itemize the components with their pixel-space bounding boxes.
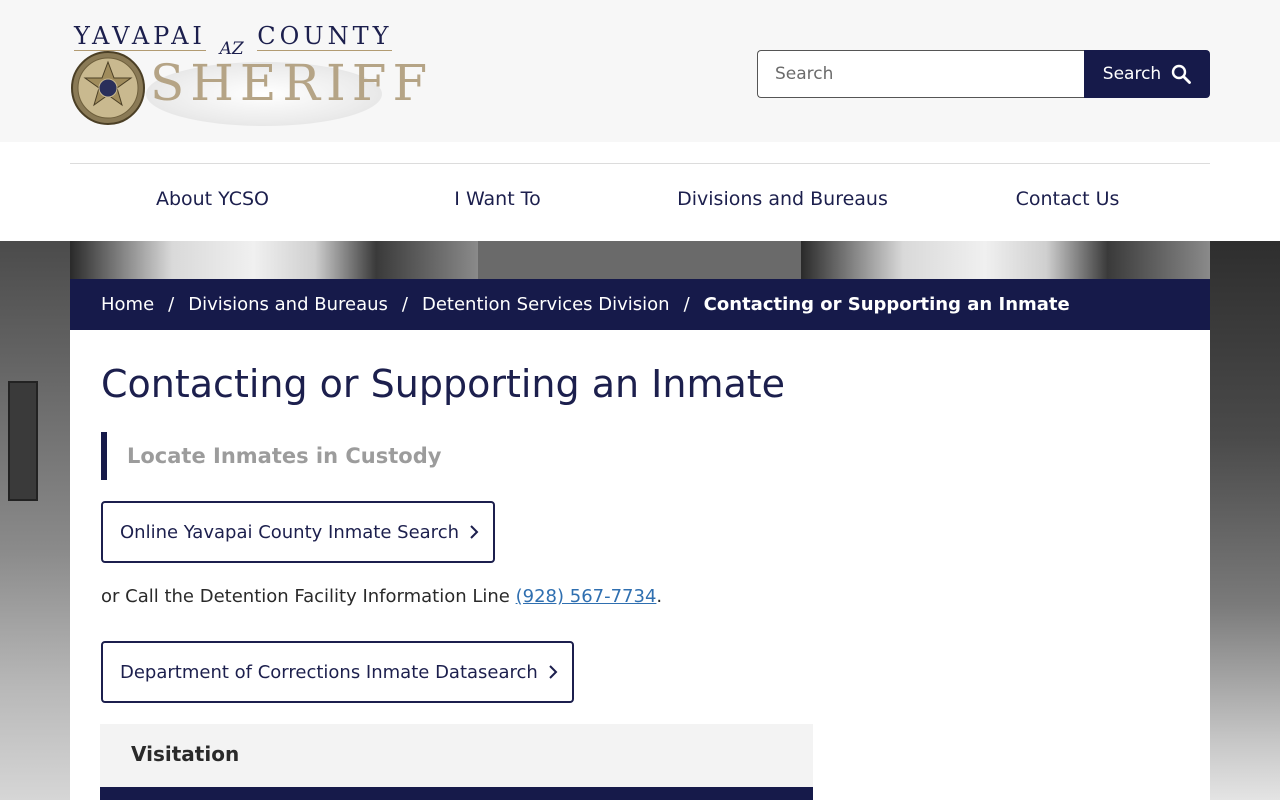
hero-strip-right: [801, 241, 1210, 279]
breadcrumb: Home / Divisions and Bureaus / Detention…: [70, 279, 1210, 330]
logo-county-name: YAVAPAI: [74, 22, 206, 51]
breadcrumb-separator: /: [401, 294, 408, 315]
hero-left-panel: [0, 241, 70, 800]
breadcrumb-current: Contacting or Supporting an Inmate: [703, 294, 1070, 315]
breadcrumb-detention[interactable]: Detention Services Division: [422, 294, 670, 315]
page-title: Contacting or Supporting an Inmate: [101, 362, 786, 406]
breadcrumb-separator: /: [168, 294, 175, 315]
main-content: Contacting or Supporting an Inmate Locat…: [70, 330, 1210, 800]
main-nav: About YCSO I Want To Divisions and Burea…: [70, 163, 1210, 241]
hero-door: [8, 381, 38, 501]
search-button-label: Search: [1102, 64, 1162, 84]
nav-item-contact[interactable]: Contact Us: [925, 164, 1210, 242]
doc-datasearch-button[interactable]: Department of Corrections Inmate Datasea…: [101, 641, 574, 703]
search-form: Search: [757, 50, 1210, 98]
call-info-end: .: [656, 586, 663, 607]
section-heading: Locate Inmates in Custody: [101, 432, 441, 480]
phone-link[interactable]: (928) 567-7734: [516, 586, 657, 607]
logo-sheriff-text: SHERIFF: [150, 54, 434, 112]
breadcrumb-separator: /: [683, 294, 690, 315]
search-icon: [1172, 64, 1192, 84]
nav-item-i-want-to[interactable]: I Want To: [355, 164, 640, 242]
hero-right-panel: [1210, 241, 1280, 800]
breadcrumb-divisions[interactable]: Divisions and Bureaus: [188, 294, 388, 315]
chevron-right-icon: [470, 525, 479, 539]
inmate-search-label: Online Yavapai County Inmate Search: [120, 521, 459, 543]
sheriff-badge-icon: [71, 51, 145, 125]
breadcrumb-home[interactable]: Home: [101, 294, 154, 315]
nav-item-divisions[interactable]: Divisions and Bureaus: [640, 164, 925, 242]
call-info-label: or Call the Detention Facility Informati…: [101, 586, 510, 607]
logo-top-text: YAVAPAI AZ COUNTY: [74, 22, 393, 59]
accordion-content-bar: [100, 787, 813, 800]
accordion-visitation[interactable]: Visitation: [100, 724, 813, 787]
logo-county-word: COUNTY: [257, 22, 393, 51]
site-header: YAVAPAI AZ COUNTY SHERIFF Search: [0, 0, 1280, 142]
doc-datasearch-label: Department of Corrections Inmate Datasea…: [120, 661, 538, 683]
chevron-right-icon: [549, 665, 558, 679]
call-info-text: or Call the Detention Facility Informati…: [101, 586, 662, 607]
sheriff-logo[interactable]: YAVAPAI AZ COUNTY SHERIFF: [70, 20, 427, 132]
nav-item-about[interactable]: About YCSO: [70, 164, 355, 242]
inmate-search-button[interactable]: Online Yavapai County Inmate Search: [101, 501, 495, 563]
search-input[interactable]: [757, 50, 1086, 98]
hero-strip-left: [70, 241, 478, 279]
search-button[interactable]: Search: [1084, 50, 1210, 98]
